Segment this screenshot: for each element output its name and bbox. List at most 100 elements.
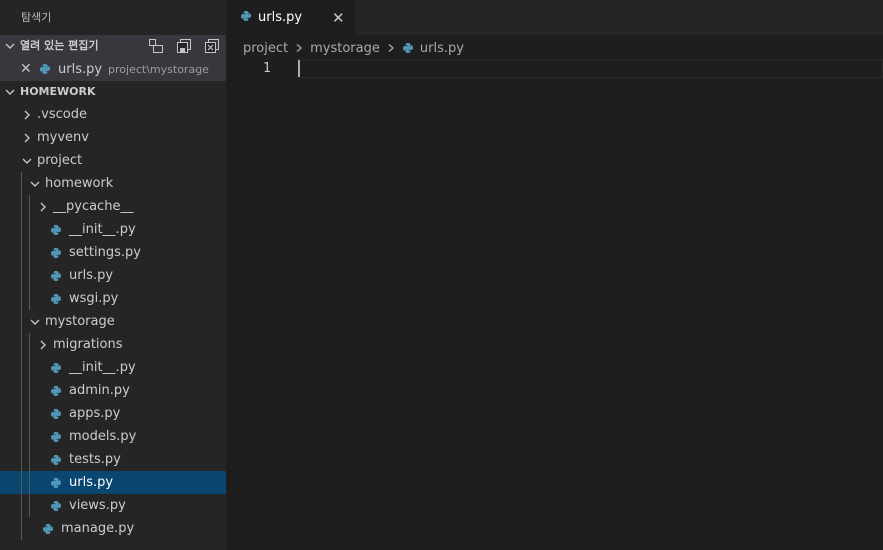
new-untitled-icon[interactable] [148,38,164,54]
indent-guide [21,172,22,195]
tree-folder[interactable]: myvenv [0,126,226,149]
open-editor-name: urls.py [58,61,103,77]
tree-item-label: migrations [53,337,123,352]
python-icon [38,63,52,75]
python-icon [49,408,63,420]
tree-item-label: settings.py [69,245,141,260]
python-icon [49,247,63,259]
indent-guide [21,471,22,494]
chevron-right-icon[interactable] [35,339,51,351]
tree-item-label: __init__.py [69,360,136,375]
tree-file[interactable]: admin.py [0,379,226,402]
chevron-down-icon[interactable] [27,316,43,328]
python-icon [240,10,252,26]
tree-item-label: urls.py [69,268,114,283]
indent-guide [29,356,30,379]
open-editor-item[interactable]: ✕ urls.py project\mystorage [0,57,226,81]
python-icon [49,293,63,305]
python-icon [49,224,63,236]
tree-folder[interactable]: homework [0,172,226,195]
indent-guide [21,218,22,241]
chevron-right-icon[interactable] [35,201,51,213]
tree-file[interactable]: __init__.py [0,218,226,241]
tab-label: urls.py [258,10,303,25]
python-icon [49,385,63,397]
python-icon [49,431,63,443]
breadcrumb-item-mystorage[interactable]: mystorage [310,41,380,56]
indent-guide [21,494,22,517]
tree-item-label: __pycache__ [53,199,134,214]
indent-guide [21,425,22,448]
indent-guide [29,425,30,448]
save-all-icon[interactable] [176,38,192,54]
tab-urls-py[interactable]: urls.py ✕ [226,0,355,35]
tree-file[interactable]: models.py [0,425,226,448]
tree-item-label: urls.py [69,475,114,490]
breadcrumb-item-project[interactable]: project [243,41,288,56]
tree-file[interactable]: wsgi.py [0,287,226,310]
workspace-title: HOMEWORK [20,85,96,98]
indent-guide [29,218,30,241]
tree-file[interactable]: manage.py [0,517,226,540]
tree-item-label: apps.py [69,406,121,421]
tree-item-label: project [37,153,83,168]
tree-folder[interactable]: .vscode [0,103,226,126]
tree-folder[interactable]: mystorage [0,310,226,333]
indent-guide [21,241,22,264]
indent-guide [29,448,30,471]
indent-guide [29,402,30,425]
indent-guide [21,448,22,471]
tree-item-label: tests.py [69,452,121,467]
indent-guide [21,402,22,425]
chevron-down-icon[interactable] [27,178,43,190]
tree-item-label: __init__.py [69,222,136,237]
indent-guide [21,333,22,356]
python-icon [49,454,63,466]
chevron-down-icon [0,40,20,52]
tree-file[interactable]: __init__.py [0,356,226,379]
tree-folder[interactable]: __pycache__ [0,195,226,218]
open-editors-header[interactable]: 열려 있는 편집기 [0,35,226,57]
tree-folder[interactable]: migrations [0,333,226,356]
tree-item-label: homework [45,176,114,191]
tree-file[interactable]: settings.py [0,241,226,264]
tree-file[interactable]: urls.py [0,264,226,287]
current-line-highlight [298,59,883,78]
line-number: 1 [263,61,271,76]
chevron-down-icon [0,86,20,98]
open-editor-path: project\mystorage [108,62,209,76]
workspace-header[interactable]: HOMEWORK [0,81,226,103]
chevron-right-icon[interactable] [19,132,35,144]
tree-item-label: admin.py [69,383,130,398]
indent-guide [29,264,30,287]
indent-guide [29,241,30,264]
tree-file[interactable]: views.py [0,494,226,517]
tab-bar: urls.py ✕ [226,0,883,35]
indent-guide [29,471,30,494]
tree-item-label: wsgi.py [69,291,119,306]
tree-item-label: myvenv [37,130,89,145]
indent-guide [21,356,22,379]
code-editor[interactable]: 1 [226,59,883,550]
indent-guide [21,517,22,540]
close-icon[interactable]: ✕ [332,9,345,27]
chevron-down-icon[interactable] [19,155,35,167]
tree-item-label: mystorage [45,314,115,329]
tree-file[interactable]: urls.py [0,471,226,494]
indent-guide [29,333,30,356]
python-icon [402,42,414,54]
tree-folder[interactable]: project [0,149,226,172]
python-icon [49,270,63,282]
breadcrumb-item-file[interactable]: urls.py [420,41,464,56]
indent-guide [29,195,30,218]
python-icon [41,523,55,535]
tree-file[interactable]: tests.py [0,448,226,471]
tree-item-label: views.py [69,498,126,513]
close-icon[interactable]: ✕ [20,61,38,77]
indent-guide [21,264,22,287]
explorer-sidebar: 탐색기 열려 있는 편집기 ✕ urls.py project\mystorag… [0,0,226,550]
tree-item-label: models.py [69,429,137,444]
chevron-right-icon[interactable] [19,109,35,121]
close-all-icon[interactable] [204,38,220,54]
tree-file[interactable]: apps.py [0,402,226,425]
